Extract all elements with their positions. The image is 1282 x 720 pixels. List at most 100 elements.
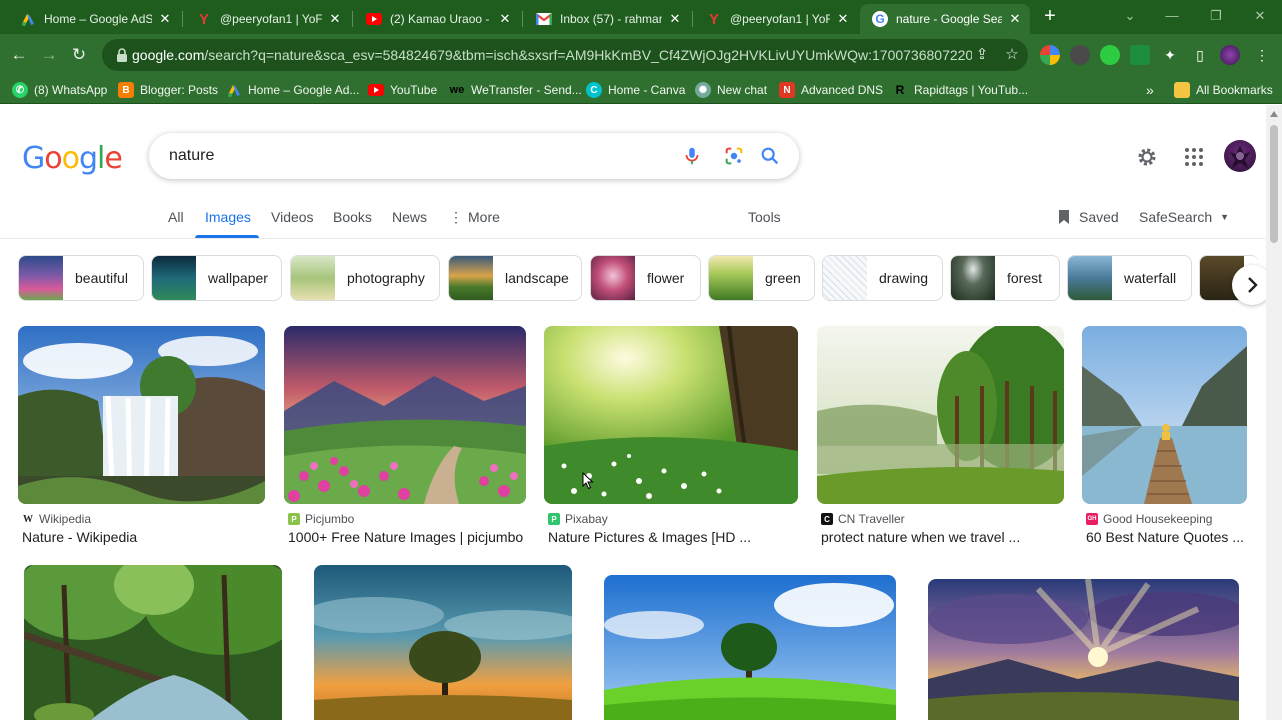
minimize-icon[interactable]: — — [1162, 6, 1182, 26]
bookmark-canva[interactable]: C Home - Canva — [586, 81, 685, 99]
bookmark-wetransfer[interactable]: we WeTransfer - Send... — [449, 81, 582, 99]
tab-google-adsense[interactable]: Home – Google AdSe ✕ — [8, 4, 180, 34]
close-tab-icon[interactable]: ✕ — [1008, 11, 1022, 27]
result-image-forest-stream[interactable] — [24, 565, 282, 720]
image-result[interactable]: P Pixabay Nature Pictures & Images [HD .… — [544, 326, 799, 551]
result-title[interactable]: Nature - Wikipedia — [22, 529, 262, 545]
chip-wallpaper[interactable]: wallpaper — [151, 255, 282, 301]
tools-button[interactable]: Tools — [748, 209, 781, 225]
result-source[interactable]: C CN Traveller — [821, 512, 905, 526]
result-image-mountain-sunrays[interactable] — [928, 579, 1239, 720]
chip-flower[interactable]: flower — [590, 255, 701, 301]
extension-icon[interactable] — [1040, 45, 1060, 65]
close-tab-icon[interactable]: ✕ — [158, 11, 172, 27]
search-input[interactable] — [169, 146, 669, 166]
tab-youtube[interactable]: (2) Kamao Uraoo - Yo ✕ — [354, 4, 520, 34]
result-source[interactable]: GH Good Housekeeping — [1086, 512, 1212, 526]
scroll-up-icon[interactable] — [1270, 111, 1278, 117]
close-tab-icon[interactable]: ✕ — [668, 11, 682, 27]
bookmark-advanced-dns[interactable]: N Advanced DNS — [779, 81, 883, 99]
result-source[interactable]: P Pixabay — [548, 512, 608, 526]
image-result[interactable]: GH Good Housekeeping 60 Best Nature Quot… — [1082, 326, 1248, 551]
result-image-lake-pier[interactable] — [1082, 326, 1247, 504]
tab-all[interactable]: All — [168, 209, 184, 225]
safesearch-button[interactable]: SafeSearch ▼ — [1139, 209, 1229, 225]
chip-waterfall[interactable]: waterfall — [1067, 255, 1192, 301]
chip-green[interactable]: green — [708, 255, 815, 301]
tab-more[interactable]: ⋮ More — [449, 209, 500, 226]
address-bar[interactable]: google.com/search?q=nature&sca_esv=58482… — [102, 39, 1028, 71]
image-result[interactable]: W Wikipedia Nature - Wikipedia — [18, 326, 266, 551]
microphone-icon[interactable] — [681, 145, 703, 167]
close-tab-icon[interactable]: ✕ — [836, 11, 850, 27]
bookmarks-overflow-button[interactable]: » — [1146, 81, 1154, 99]
image-result[interactable] — [928, 579, 1239, 720]
chip-forest[interactable]: forest — [950, 255, 1060, 301]
close-tab-icon[interactable]: ✕ — [328, 11, 342, 27]
tab-images[interactable]: Images — [205, 209, 251, 225]
tab-google-search[interactable]: G nature - Google Sear ✕ — [860, 4, 1030, 34]
result-title[interactable]: 1000+ Free Nature Images | picjumbo — [288, 529, 528, 545]
result-title[interactable]: Nature Pictures & Images [HD ... — [548, 529, 788, 545]
share-icon[interactable]: ⇪ — [972, 45, 992, 65]
bookmark-blogger[interactable]: B Blogger: Posts — [118, 81, 218, 99]
extension-icon[interactable] — [1070, 45, 1090, 65]
restore-icon[interactable]: ❐ — [1206, 6, 1226, 26]
chips-next-button[interactable] — [1232, 265, 1266, 305]
google-lens-icon[interactable] — [723, 145, 745, 167]
result-image-sunset-tree[interactable] — [314, 565, 572, 720]
scroll-thumb[interactable] — [1270, 125, 1278, 243]
tab-yofan-1[interactable]: Y @peeryofan1 | YoFan ✕ — [184, 4, 350, 34]
chip-landscape[interactable]: landscape — [448, 255, 582, 301]
bookmark-google-ads[interactable]: Home – Google Ad... — [226, 81, 359, 99]
result-image-lake-forest[interactable] — [817, 326, 1064, 504]
settings-gear-icon[interactable] — [1135, 145, 1159, 169]
result-source[interactable]: P Picjumbo — [288, 512, 354, 526]
result-image-green-hill-tree[interactable] — [604, 575, 896, 720]
result-image-waterfall[interactable] — [18, 326, 265, 504]
new-tab-button[interactable]: + — [1040, 6, 1060, 27]
reload-button[interactable]: ↻ — [66, 42, 92, 68]
extension-icon[interactable] — [1100, 45, 1120, 65]
bookmark-star-icon[interactable]: ☆ — [1002, 45, 1022, 65]
result-image-flower-valley[interactable] — [284, 326, 526, 504]
site-info-icon[interactable] — [114, 47, 130, 63]
chip-beautiful[interactable]: beautiful — [18, 255, 144, 301]
result-title[interactable]: protect nature when we travel ... — [821, 529, 1061, 545]
profile-avatar[interactable] — [1220, 45, 1240, 65]
bookmark-rapidtags[interactable]: R Rapidtags | YouTub... — [892, 81, 1028, 99]
forward-button[interactable]: → — [36, 42, 62, 68]
saved-button[interactable]: Saved — [1057, 209, 1119, 225]
extensions-puzzle-icon[interactable]: ✦ — [1160, 45, 1180, 65]
image-result[interactable] — [24, 565, 282, 720]
account-avatar[interactable] — [1224, 140, 1256, 172]
extension-icon[interactable] — [1130, 45, 1150, 65]
image-result[interactable] — [314, 565, 572, 720]
tab-gmail[interactable]: Inbox (57) - rahmanis ✕ — [524, 4, 690, 34]
tab-news[interactable]: News — [392, 209, 427, 225]
image-result[interactable]: C CN Traveller protect nature when we tr… — [817, 326, 1065, 551]
page-scrollbar[interactable] — [1266, 105, 1282, 720]
result-title[interactable]: 60 Best Nature Quotes ... — [1086, 529, 1248, 545]
google-apps-icon[interactable] — [1182, 145, 1206, 169]
chip-photography[interactable]: photography — [290, 255, 440, 301]
back-button[interactable]: ← — [6, 42, 32, 68]
tab-books[interactable]: Books — [333, 209, 372, 225]
result-source[interactable]: W Wikipedia — [22, 512, 91, 526]
tab-videos[interactable]: Videos — [271, 209, 314, 225]
image-result[interactable] — [604, 575, 896, 720]
close-tab-icon[interactable]: ✕ — [498, 11, 512, 27]
bookmark-whatsapp[interactable]: ✆ (8) WhatsApp — [12, 81, 107, 99]
search-icon[interactable] — [759, 145, 781, 167]
tab-yofan-2[interactable]: Y @peeryofan1 | YoFan ✕ — [694, 4, 858, 34]
chip-drawing[interactable]: drawing — [822, 255, 943, 301]
all-bookmarks-button[interactable]: All Bookmarks — [1174, 81, 1273, 99]
image-result[interactable]: P Picjumbo 1000+ Free Nature Images | pi… — [284, 326, 526, 551]
bookmark-new-chat[interactable]: ✺ New chat — [695, 81, 767, 99]
menu-kebab-icon[interactable]: ⋮ — [1252, 45, 1272, 65]
close-window-icon[interactable]: ✕ — [1250, 6, 1270, 26]
google-logo[interactable]: Google — [22, 141, 123, 176]
side-panel-icon[interactable]: ▯ — [1190, 45, 1210, 65]
bookmark-youtube[interactable]: YouTube — [368, 81, 437, 99]
tab-search-icon[interactable]: ⌄ — [1120, 6, 1140, 26]
